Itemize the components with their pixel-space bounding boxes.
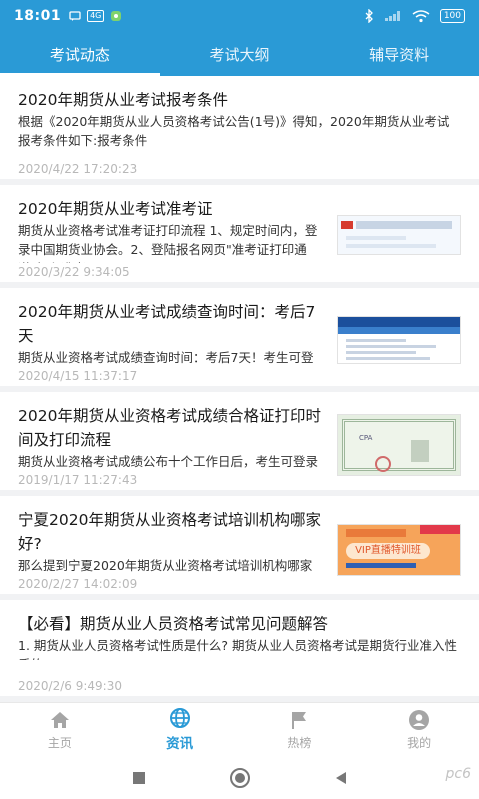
article-date: 2020/4/22 17:20:23 xyxy=(18,162,142,176)
watermark-logo: pc6 xyxy=(445,766,472,782)
system-navigation-bar xyxy=(0,756,479,799)
article-item[interactable]: 2020年期货从业考试成绩查询时间：考后7天 期货从业资格考试成绩查询时间：考后… xyxy=(0,288,479,392)
tab-exam-outline[interactable]: 考试大纲 xyxy=(160,32,320,76)
article-date: 2020/4/15 11:37:17 xyxy=(18,369,142,383)
status-bar: 18:01 4G 100 xyxy=(0,0,479,32)
article-thumbnail: VIP直播特训班 xyxy=(337,524,461,576)
article-title: 2020年期货从业资格考试成绩合格证打印时间及打印流程 xyxy=(18,407,321,449)
bottom-navigation: 主页 资讯 热榜 我的 xyxy=(0,702,479,756)
user-icon xyxy=(409,709,430,730)
status-time: 18:01 xyxy=(14,8,62,24)
status-notification-icons: 4G xyxy=(69,10,122,22)
message-icon xyxy=(69,10,81,21)
app-notification-icon xyxy=(111,11,122,21)
article-date: 2020/2/27 14:02:09 xyxy=(18,577,142,591)
article-thumbnail: CPA xyxy=(337,414,461,476)
article-thumbnail xyxy=(337,215,461,255)
article-summary: 期货从业资格考试成绩公布十个工作日后，考生可登录中国期货业协会网站通过"考试服 xyxy=(18,454,319,474)
article-item[interactable]: 2020年期货从业资格考试成绩合格证打印时间及打印流程 期货从业资格考试成绩公布… xyxy=(0,392,479,496)
article-item[interactable]: 2020年期货从业考试准考证 期货从业资格考试准考证打印流程 1、规定时间内，登… xyxy=(0,185,479,288)
nav-label: 热榜 xyxy=(287,735,312,750)
status-system-icons: 100 xyxy=(365,9,465,23)
category-tabs: 考试动态 考试大纲 辅导资料 xyxy=(0,32,479,76)
nav-profile[interactable]: 我的 xyxy=(359,703,479,756)
globe-icon xyxy=(169,708,190,728)
article-summary: 根据《2020年期货从业人员资格考试公告(1号)》得知，2020年期货从业考试报… xyxy=(18,114,450,148)
nav-trending[interactable]: 热榜 xyxy=(240,703,360,756)
home-icon xyxy=(50,711,69,728)
certificate-image: CPA xyxy=(342,419,456,472)
home-circle-icon[interactable] xyxy=(229,767,251,789)
battery-indicator: 100 xyxy=(439,9,465,23)
article-date: 2019/1/17 11:27:43 xyxy=(18,473,142,487)
tab-exam-news[interactable]: 考试动态 xyxy=(0,32,160,76)
nav-home[interactable]: 主页 xyxy=(0,703,120,756)
nav-label: 我的 xyxy=(407,735,432,750)
article-title: 宁夏2020年期货从业资格考试培训机构哪家好? xyxy=(18,511,321,553)
wifi-icon xyxy=(412,9,430,22)
article-title: 2020年期货从业考试准考证 xyxy=(18,200,213,218)
article-list: 2020年期货从业考试报考条件 根据《2020年期货从业人员资格考试公告(1号)… xyxy=(0,76,479,702)
nav-label: 资讯 xyxy=(166,736,194,752)
nav-label: 主页 xyxy=(47,735,72,750)
promo-badge: VIP直播特训班 xyxy=(346,543,430,559)
article-summary: 期货从业资格考试准考证打印流程 1、规定时间内，登录中国期货业协会。2、登陆报名… xyxy=(18,223,318,263)
thumbnail-banner xyxy=(356,221,452,229)
recent-apps-icon[interactable] xyxy=(132,771,146,785)
article-summary: 期货从业资格考试成绩查询时间：考后7天！考生可登陆中国期货业协会网站查询成绩 xyxy=(18,350,314,370)
article-title: 【必看】期货从业人员资格考试常见问题解答 xyxy=(18,615,329,633)
article-item[interactable]: 【必看】期货从业人员资格考试常见问题解答 1. 期货从业人员资格考试性质是什么?… xyxy=(0,600,479,702)
seal-stamp xyxy=(375,456,391,472)
article-summary: 那么提到宁夏2020年期货从业资格考试培训机构哪家好，首先要了解宁夏地区比较著名… xyxy=(18,558,313,578)
article-item[interactable]: 宁夏2020年期货从业资格考试培训机构哪家好? 那么提到宁夏2020年期货从业资… xyxy=(0,496,479,600)
article-summary: 1. 期货从业人员资格考试性质是什么? 期货从业人员资格考试是期货行业准入性质的 xyxy=(18,638,458,660)
logo-mark xyxy=(341,221,353,229)
article-item[interactable]: 2020年期货从业考试报考条件 根据《2020年期货从业人员资格考试公告(1号)… xyxy=(0,76,479,185)
article-date: 2020/2/6 9:49:30 xyxy=(18,679,126,693)
article-title: 2020年期货从业考试成绩查询时间：考后7天 xyxy=(18,303,316,345)
network-chip: 4G xyxy=(87,10,105,22)
article-thumbnail xyxy=(337,316,461,364)
certificate-label: CPA xyxy=(359,434,373,442)
nav-news[interactable]: 资讯 xyxy=(120,703,240,756)
signal-icon xyxy=(384,11,400,21)
article-date: 2020/3/22 9:34:05 xyxy=(18,265,134,279)
bluetooth-icon xyxy=(365,9,373,23)
back-triangle-icon[interactable] xyxy=(334,771,348,785)
flag-icon xyxy=(292,711,307,729)
tab-study-materials[interactable]: 辅导资料 xyxy=(319,32,479,76)
article-title: 2020年期货从业考试报考条件 xyxy=(18,91,228,109)
